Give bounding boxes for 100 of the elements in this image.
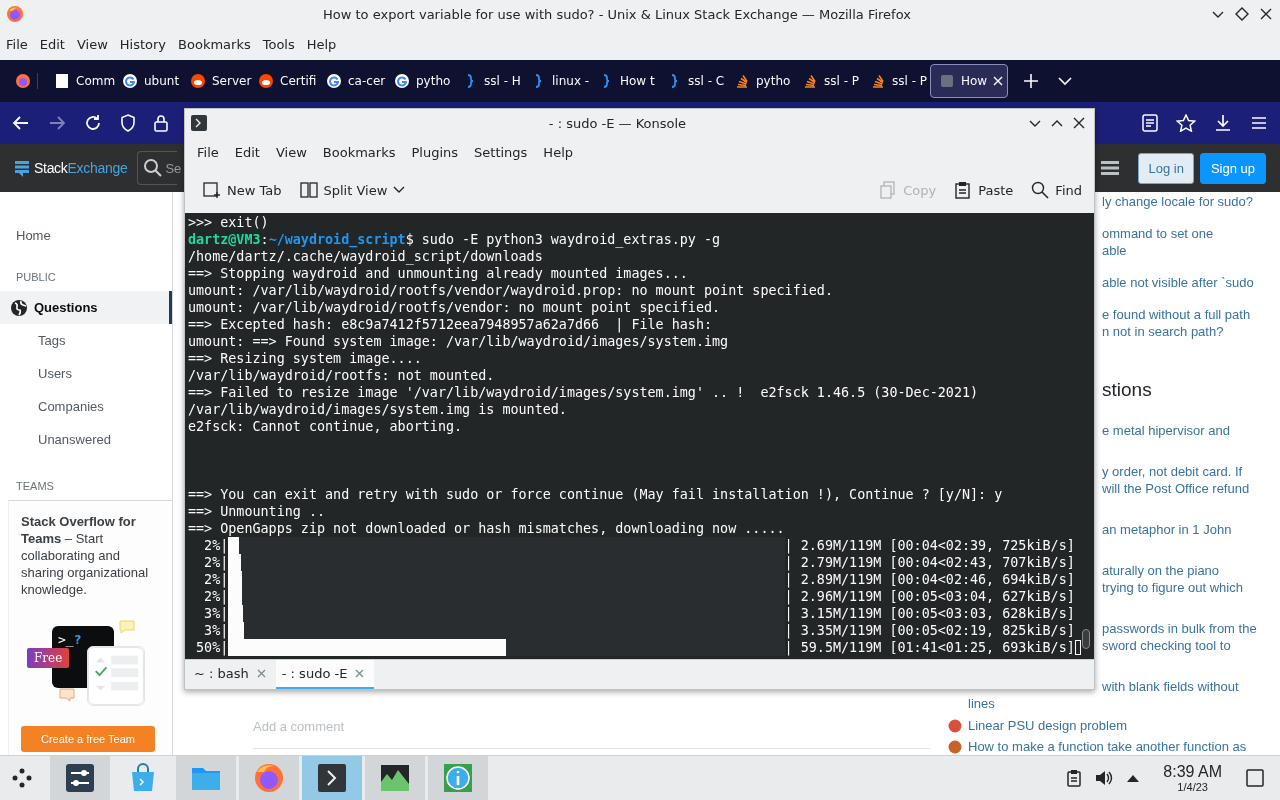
question-link[interactable]: with blank fields without <box>1102 678 1280 695</box>
toolbar-button[interactable]: New Tab <box>199 177 286 203</box>
clipboard-icon[interactable] <box>1067 769 1082 787</box>
volume-icon[interactable] <box>1095 770 1114 786</box>
menu-icon[interactable] <box>1250 114 1268 132</box>
menu-item[interactable]: View <box>267 144 315 160</box>
progress-percent: 3%| <box>203 622 229 639</box>
reader-view-icon[interactable] <box>1142 114 1158 132</box>
shield-icon[interactable] <box>120 114 136 132</box>
question-link[interactable]: e metal hipervisor and <box>1102 422 1280 439</box>
question-link[interactable]: sword checking tool to <box>1102 637 1280 654</box>
nav-link[interactable]: Questions <box>0 291 172 324</box>
taskbar-button[interactable] <box>50 756 110 800</box>
nav-link[interactable]: Tags <box>0 324 172 357</box>
browser-tab[interactable]: How t <box>590 64 656 98</box>
browser-tab[interactable]: ca-cer <box>318 64 384 98</box>
download-icon[interactable] <box>1214 114 1232 132</box>
question-link[interactable]: aturally on the piano <box>1102 562 1280 579</box>
show-desktop-icon[interactable] <box>1246 769 1264 787</box>
new-tab-icon <box>203 181 221 199</box>
terminal-line: >>> exit() <box>188 214 269 231</box>
menu-item[interactable]: Plugins <box>403 144 467 160</box>
question-link[interactable]: Linear PSU design problem <box>968 718 1127 733</box>
terminal-line: umount: /var/lib/waydroid/rootfs/vendor: no mount point specified. <box>188 299 721 316</box>
speech-bubble-icon <box>59 688 75 702</box>
chevron-down-icon[interactable] <box>1058 74 1072 88</box>
menu-item[interactable]: Bookmarks <box>172 36 257 52</box>
terminal-tab[interactable]: - : sudo -E <box>275 660 375 689</box>
question-link[interactable]: y order, not debit card. If <box>1102 463 1280 480</box>
question-link[interactable]: able <box>1102 242 1280 259</box>
browser-tab[interactable]: ssl - P <box>862 64 928 98</box>
question-link[interactable]: an metaphor in 1 John <box>1102 521 1280 538</box>
question-link[interactable]: passwords in bulk from the <box>1102 620 1280 637</box>
menu-item[interactable]: Settings <box>466 144 536 160</box>
taskbar-button[interactable] <box>365 756 425 800</box>
menu-item[interactable]: Tools <box>256 36 301 52</box>
menu-item[interactable]: View <box>70 36 114 52</box>
clock-date[interactable]: 1/4/23 <box>1177 781 1208 793</box>
taskbar-button[interactable] <box>302 756 362 800</box>
nav-link[interactable]: Users <box>0 357 172 390</box>
brand-name[interactable]: StackExchange <box>34 160 128 176</box>
nav-link[interactable]: Companies <box>0 390 172 423</box>
launcher-icon[interactable] <box>11 767 33 789</box>
browser-tab[interactable]: ssl - H <box>454 64 520 98</box>
browser-tab[interactable]: ssl - P <box>794 64 860 98</box>
question-link[interactable]: How to make a function take another function as <box>968 739 1247 754</box>
menu-item[interactable]: Bookmarks <box>314 144 404 160</box>
close-icon[interactable] <box>1072 116 1086 130</box>
clock-time[interactable]: 8:39 AM <box>1163 763 1222 781</box>
site-switcher-icon[interactable] <box>1100 159 1121 177</box>
nav-link[interactable]: Home <box>0 224 172 247</box>
lock-icon[interactable] <box>154 114 168 132</box>
browser-tab[interactable]: ssl - C <box>658 64 724 98</box>
toolbar-button[interactable]: Paste <box>950 177 1018 203</box>
forward-arrow-icon <box>48 114 66 132</box>
browser-tab[interactable]: How <box>930 64 1008 98</box>
window-title: How to export variable for use with sudo? - Unix & Linux Stack Exchange — Mozilla Firefox <box>322 6 912 22</box>
terminal-tab[interactable]: ~ : bash <box>188 660 276 689</box>
close-icon[interactable] <box>1258 6 1274 22</box>
promo-text: Stack Overflow for Teams – Start collaborating and sharing organizational knowledge. <box>21 513 150 598</box>
question-link[interactable]: ommand to set one <box>1102 225 1280 242</box>
expand-up-icon[interactable] <box>1127 774 1140 782</box>
menu-item[interactable]: File <box>189 144 227 160</box>
terminal-icon <box>191 115 207 131</box>
speech-bubble-icon <box>119 620 135 634</box>
browser-tab[interactable]: ubunt <box>114 64 180 98</box>
question-link[interactable]: trying to figure out which <box>1102 579 1280 596</box>
info-icon <box>442 762 474 794</box>
browser-tab[interactable]: Certifi <box>250 64 316 98</box>
star-icon[interactable] <box>1176 114 1196 132</box>
question-link[interactable]: e found without a full path <box>1102 306 1280 323</box>
menu-item[interactable]: Edit <box>33 36 71 52</box>
question-link[interactable]: ly change locale for sudo? <box>1102 193 1280 210</box>
toolbar-button[interactable]: Find <box>1027 177 1086 203</box>
reload-icon[interactable] <box>84 114 102 132</box>
browser-tab[interactable]: pytho <box>726 64 792 98</box>
menu-item[interactable]: Help <box>535 144 581 160</box>
back-arrow-icon[interactable] <box>12 114 30 132</box>
scrollbar-handle[interactable] <box>1082 629 1090 649</box>
terminal-line: ==> Failed to resize image '/var/lib/waydroid/images/system.img' .. ! e2fsck 1.46.5 (30-Dec-2021) <box>188 384 979 401</box>
question-link[interactable]: lines <box>968 695 1280 712</box>
nav-link[interactable]: Unanswered <box>0 423 172 456</box>
maximize-icon[interactable] <box>1234 6 1250 22</box>
favicon-icon <box>394 73 410 89</box>
menu-item[interactable]: Help <box>300 36 343 52</box>
menu-item[interactable]: History <box>113 36 173 52</box>
question-link[interactable]: n not in search path? <box>1102 323 1280 340</box>
firefox-view-icon[interactable] <box>14 73 31 89</box>
menu-item[interactable]: File <box>0 36 34 52</box>
terminal-line: ==> Stopping waydroid and unmounting already mounted images... <box>188 265 688 282</box>
question-link[interactable]: will the Post Office refund <box>1102 480 1280 497</box>
question-link[interactable]: able not visible after `sudo <box>1102 274 1280 291</box>
favicon-icon <box>190 73 206 89</box>
browser-tab[interactable]: linux - <box>522 64 588 98</box>
menu-item[interactable]: Edit <box>226 144 268 160</box>
plus-icon[interactable] <box>1024 74 1038 88</box>
login-button[interactable]: Log in <box>1138 152 1194 184</box>
browser-tab[interactable]: pytho <box>386 64 452 98</box>
firefox-icon <box>253 762 285 794</box>
toolbar-button[interactable]: Split View <box>295 177 410 203</box>
